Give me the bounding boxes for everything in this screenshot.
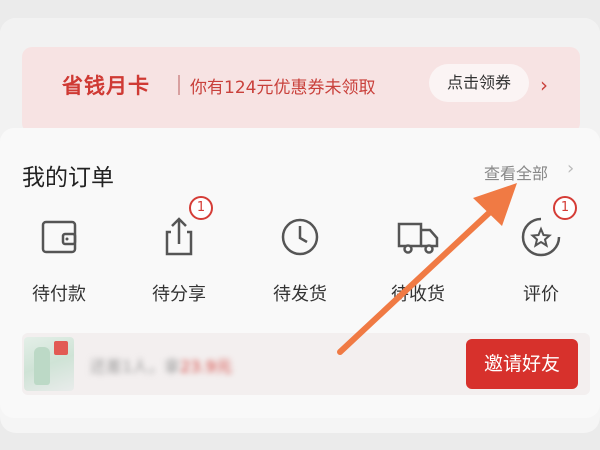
invite-friends-button[interactable]: 邀请好友: [466, 339, 578, 389]
order-review[interactable]: 评价: [486, 208, 596, 318]
count-badge: 1: [553, 196, 577, 220]
chevron-right-icon[interactable]: ›: [540, 73, 548, 97]
monthly-card-banner[interactable]: 省钱月卡 你有124元优惠券未领取 点击领券 ›: [22, 47, 580, 133]
truck-icon: [397, 222, 439, 254]
wallet-icon: [41, 220, 77, 254]
invite-blurred-amount: 23.9元: [180, 357, 232, 376]
order-pending-shipment[interactable]: 待发货: [245, 208, 355, 318]
product-thumbnail: [24, 337, 74, 391]
promo-divider: [178, 75, 180, 95]
product-tag: [54, 341, 68, 355]
share-icon: [165, 217, 193, 256]
chevron-right-icon[interactable]: ›: [567, 158, 574, 179]
count-badge: 1: [189, 196, 213, 220]
clock-icon: [281, 218, 319, 256]
order-pending-payment[interactable]: 待付款: [4, 208, 114, 318]
promo-text: 你有124元优惠券未领取: [190, 78, 376, 98]
my-orders-card: 我的订单 查看全部 › 待付款 待分享 1 待发货 待收货 评价 1 还差1人，…: [0, 128, 600, 418]
star-comment-icon: [521, 217, 561, 257]
order-label: 待分享: [152, 284, 206, 305]
claim-coupon-button[interactable]: 点击领券: [429, 64, 529, 102]
product-image: [34, 347, 50, 385]
order-label: 评价: [523, 284, 559, 305]
order-label: 待收货: [391, 284, 445, 305]
order-pending-share[interactable]: 待分享: [124, 208, 234, 318]
order-label: 待发货: [273, 284, 327, 305]
orders-title: 我的订单: [22, 165, 114, 191]
order-pending-receipt[interactable]: 待收货: [363, 208, 473, 318]
invite-friend-bar[interactable]: 还差1人，拿23.9元 邀请好友: [22, 333, 590, 395]
promo-title: 省钱月卡: [62, 74, 150, 98]
invite-blurred-prefix: 还差1人，拿: [90, 357, 181, 376]
order-label: 待付款: [32, 284, 86, 305]
invite-blurred-text: 还差1人，拿23.9元: [90, 353, 232, 377]
view-all-link[interactable]: 查看全部: [484, 160, 548, 184]
